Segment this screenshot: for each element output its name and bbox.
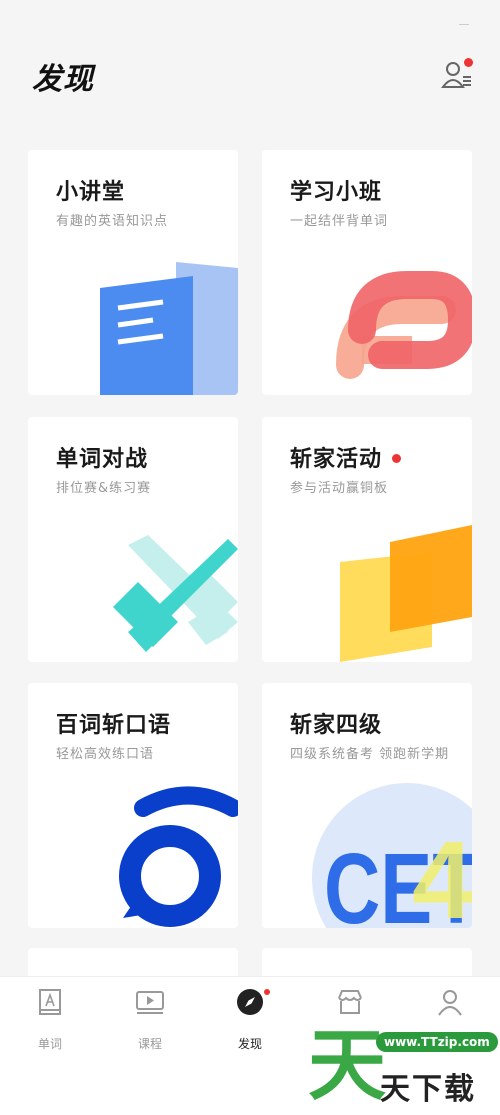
card-study-group[interactable]: 学习小班 一起结伴背单词	[262, 150, 472, 395]
person-icon	[438, 990, 462, 1016]
site-watermark: 天 www.TTzip.com 天下载	[306, 1021, 498, 1111]
tab-label: 发现	[237, 1037, 262, 1051]
card-title: 百词斩口语	[56, 713, 172, 738]
card-subtitle: 四级系统备考 领跑新学期	[290, 747, 450, 762]
watermark-url: www.TTzip.com	[376, 1032, 498, 1052]
notification-dot	[262, 987, 272, 997]
card-title: 斩家活动	[290, 441, 402, 473]
card-subtitle: 有趣的英语知识点	[56, 214, 169, 229]
card-word-battle[interactable]: 单词对战 排位赛&练习赛	[28, 417, 238, 662]
new-dot	[392, 453, 402, 463]
store-icon	[338, 990, 362, 1014]
status-mark	[459, 24, 469, 25]
watermark-big-char: 天	[308, 1021, 387, 1111]
card-lecture[interactable]: 小讲堂 有趣的英语知识点	[28, 150, 238, 395]
card-subtitle: 轻松高效练口语	[56, 747, 155, 762]
watermark-text: 天下载	[380, 1072, 476, 1107]
tab-label: 课程	[137, 1037, 162, 1051]
tab-words[interactable]: 单词	[20, 987, 80, 1057]
card-speaking[interactable]: 百词斩口语 轻松高效练口语	[28, 683, 238, 928]
tab-discover[interactable]: 发现	[220, 987, 280, 1057]
card-title: 学习小班	[290, 180, 383, 205]
card-events[interactable]: 斩家活动 参与活动赢铜板	[262, 417, 472, 662]
card-title: 斩家四级	[290, 713, 383, 738]
card-subtitle: 参与活动赢铜板	[290, 481, 389, 496]
cet-number: 4	[412, 819, 472, 928]
card-cet4[interactable]: CET 4 斩家四级 四级系统备考 领跑新学期	[262, 683, 472, 928]
tab-label: 单词	[37, 1037, 62, 1051]
page-title: 发现	[32, 62, 94, 97]
video-course-icon	[136, 991, 164, 1014]
word-book-icon	[39, 989, 61, 1015]
header: 发现	[0, 0, 500, 120]
card-title: 单词对战	[56, 447, 149, 472]
card-title: 小讲堂	[56, 180, 126, 205]
notification-dot	[464, 58, 473, 67]
card-subtitle: 排位赛&练习赛	[56, 481, 152, 496]
profile-settings-button[interactable]	[440, 58, 474, 92]
card-subtitle: 一起结伴背单词	[290, 214, 389, 229]
tab-courses[interactable]: 课程	[120, 987, 180, 1057]
card-title-text: 斩家活动	[290, 447, 383, 472]
compass-icon	[237, 989, 263, 1015]
